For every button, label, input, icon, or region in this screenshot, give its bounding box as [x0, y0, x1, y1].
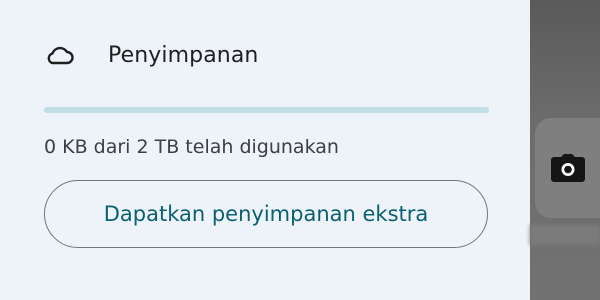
camera-icon [550, 153, 586, 183]
get-extra-storage-button[interactable]: Dapatkan penyimpanan ekstra [44, 180, 488, 248]
storage-progress-bar [44, 107, 489, 113]
storage-usage-text: 0 KB dari 2 TB telah digunakan [44, 136, 339, 158]
background-blur-strip [530, 225, 600, 245]
cloud-icon [44, 44, 74, 66]
camera-button[interactable] [535, 118, 600, 218]
storage-row[interactable]: Penyimpanan [44, 38, 258, 72]
storage-title: Penyimpanan [108, 42, 259, 68]
navigation-drawer: Penyimpanan 0 KB dari 2 TB telah digunak… [0, 0, 530, 300]
